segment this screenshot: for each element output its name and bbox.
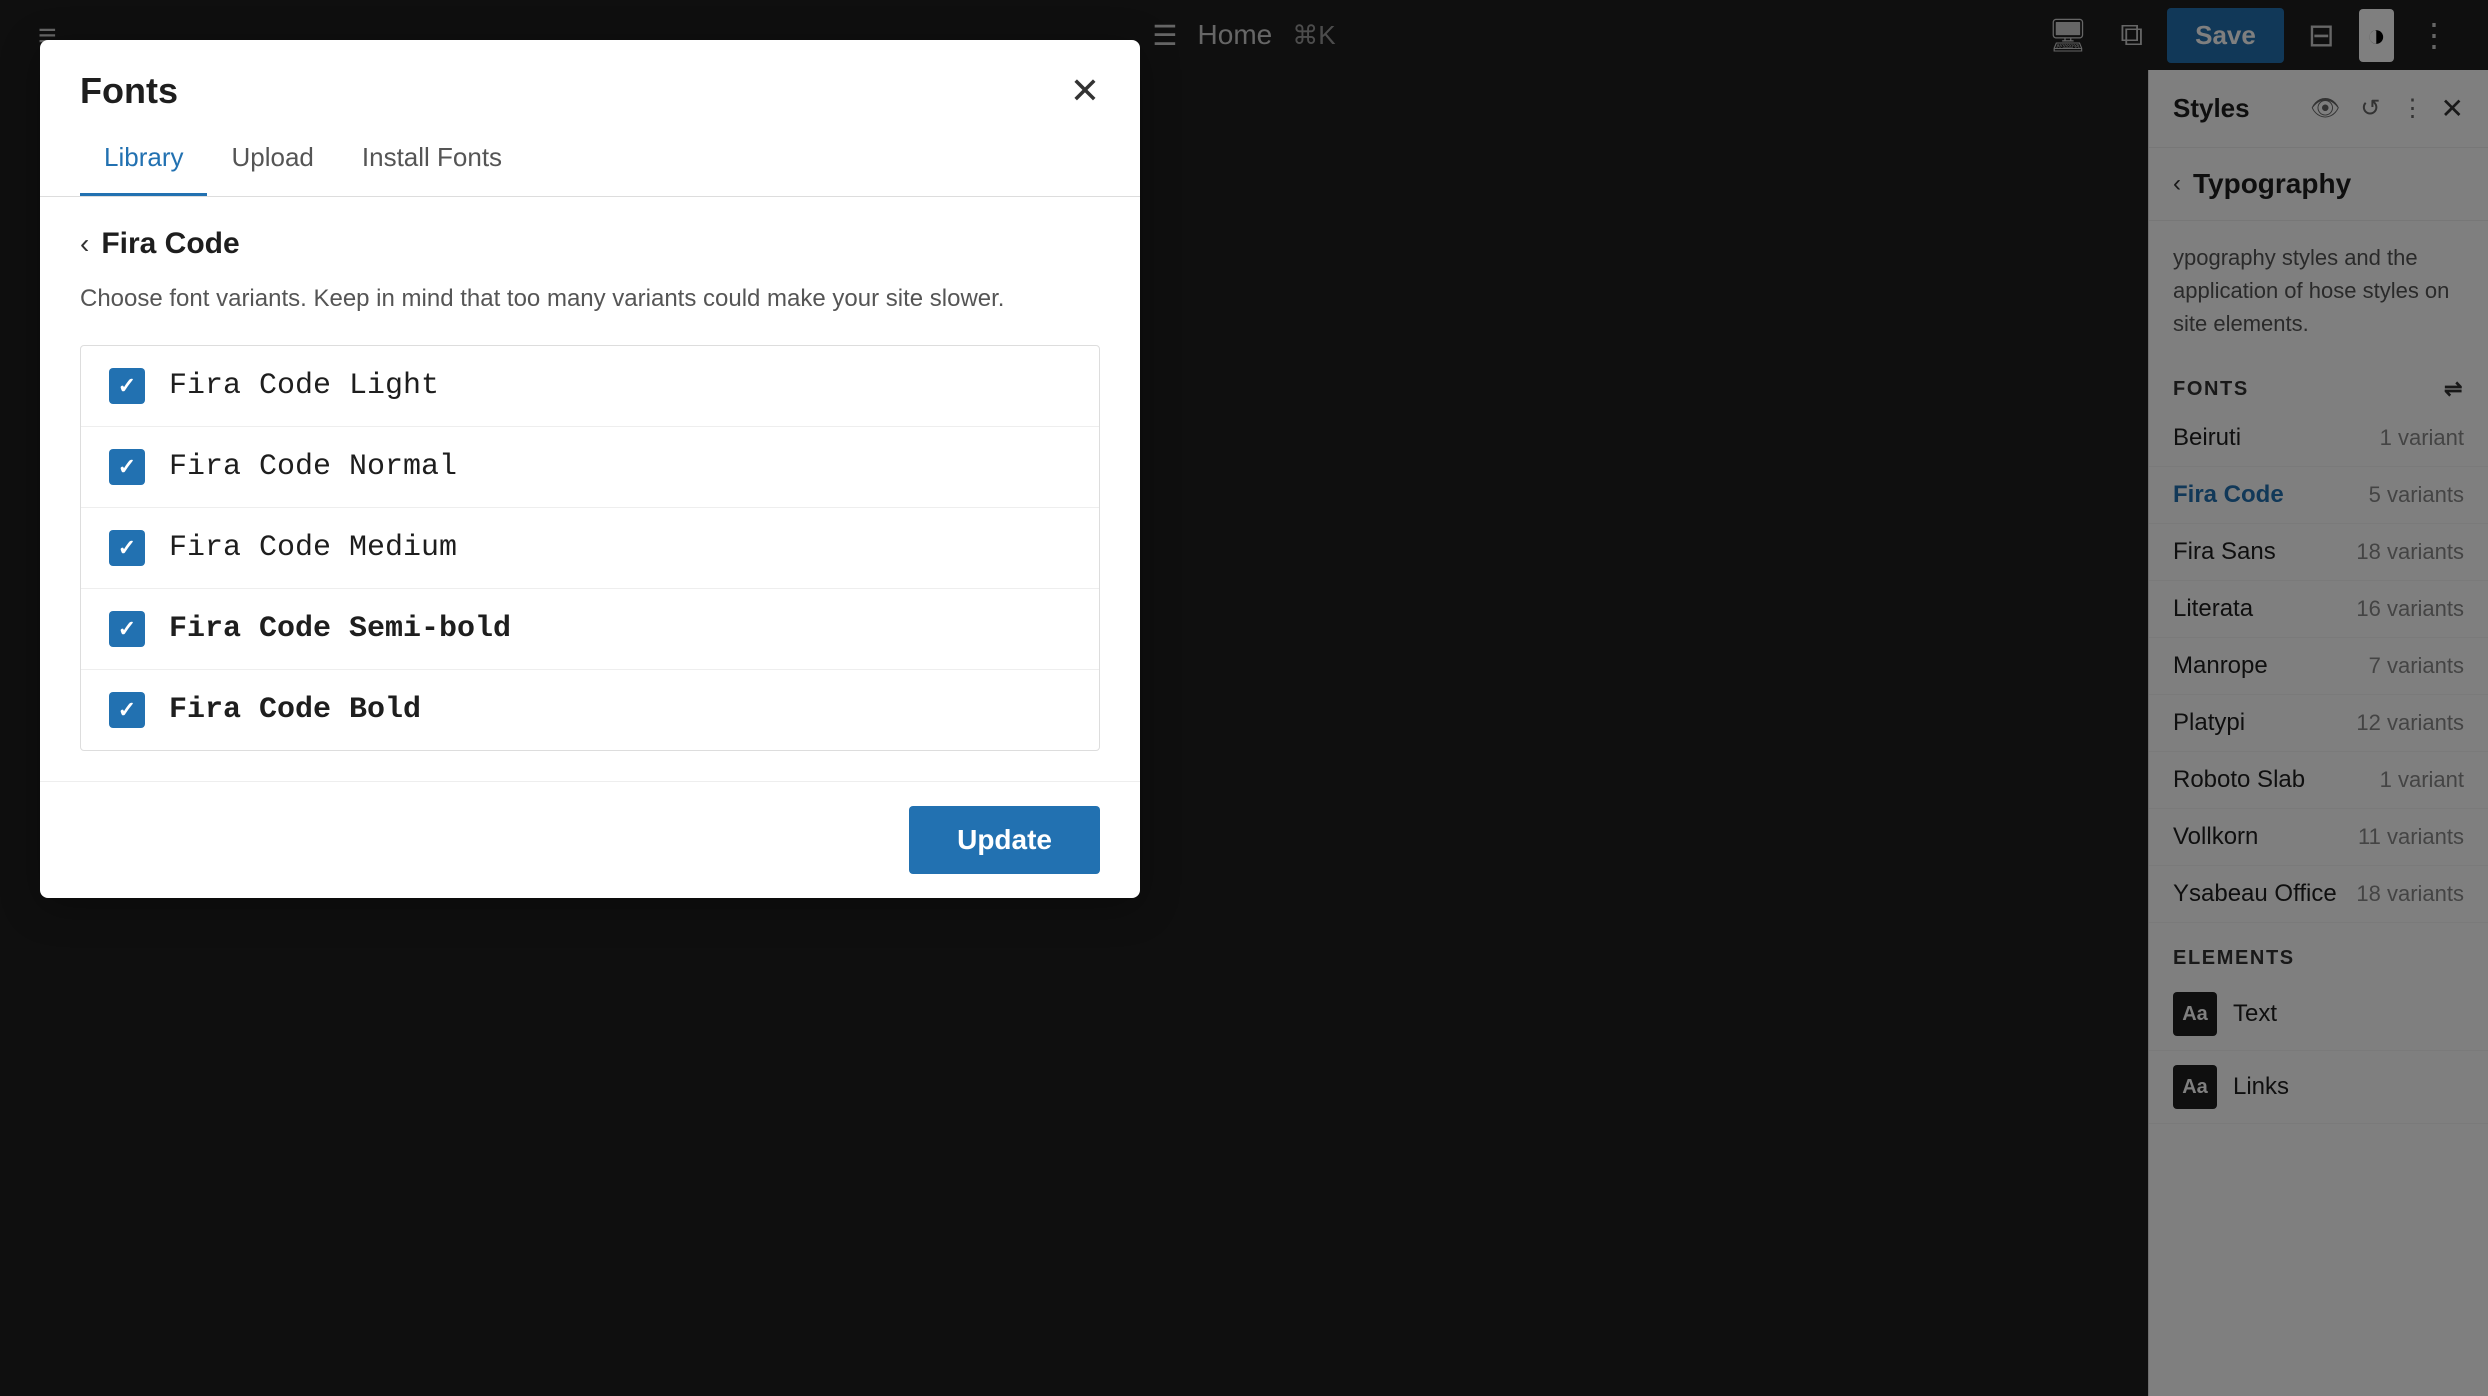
modal-footer: Update [40,781,1140,898]
font-detail-back: ‹ Fira Code [80,227,1100,261]
modal-header: Fonts ✕ [40,40,1140,112]
variant-checkbox[interactable]: ✓ [109,692,145,728]
check-icon: ✓ [118,535,136,561]
variant-item[interactable]: ✓ Fira Code Semi-bold [81,589,1099,670]
font-detail-back-button[interactable]: ‹ [80,228,89,260]
variant-item[interactable]: ✓ Fira Code Normal [81,427,1099,508]
variant-label: Fira Code Medium [169,531,457,565]
modal-overlay: Fonts ✕ LibraryUploadInstall Fonts ‹ Fir… [0,0,2488,1396]
check-icon: ✓ [118,616,136,642]
variant-item[interactable]: ✓ Fira Code Light [81,346,1099,427]
modal-tab-install-fonts[interactable]: Install Fonts [338,122,526,196]
update-button[interactable]: Update [909,806,1100,874]
check-icon: ✓ [118,373,136,399]
font-detail-name: Fira Code [101,227,239,261]
variant-list: ✓ Fira Code Light ✓ Fira Code Normal ✓ F… [80,345,1100,751]
variant-label: Fira Code Semi-bold [169,612,511,646]
variant-checkbox[interactable]: ✓ [109,611,145,647]
modal-title: Fonts [80,70,178,112]
variant-item[interactable]: ✓ Fira Code Bold [81,670,1099,750]
variant-label: Fira Code Normal [169,450,457,484]
modal-close-button[interactable]: ✕ [1070,73,1100,109]
variant-checkbox[interactable]: ✓ [109,530,145,566]
modal-body: ‹ Fira Code Choose font variants. Keep i… [40,197,1140,781]
variant-item[interactable]: ✓ Fira Code Medium [81,508,1099,589]
check-icon: ✓ [118,697,136,723]
variant-checkbox[interactable]: ✓ [109,368,145,404]
variant-checkbox[interactable]: ✓ [109,449,145,485]
fonts-modal: Fonts ✕ LibraryUploadInstall Fonts ‹ Fir… [40,40,1140,898]
modal-tab-library[interactable]: Library [80,122,207,196]
font-detail-description: Choose font variants. Keep in mind that … [80,281,1100,317]
variant-label: Fira Code Bold [169,693,421,727]
modal-tab-upload[interactable]: Upload [207,122,337,196]
modal-tabs: LibraryUploadInstall Fonts [40,122,1140,197]
check-icon: ✓ [118,454,136,480]
variant-label: Fira Code Light [169,369,439,403]
